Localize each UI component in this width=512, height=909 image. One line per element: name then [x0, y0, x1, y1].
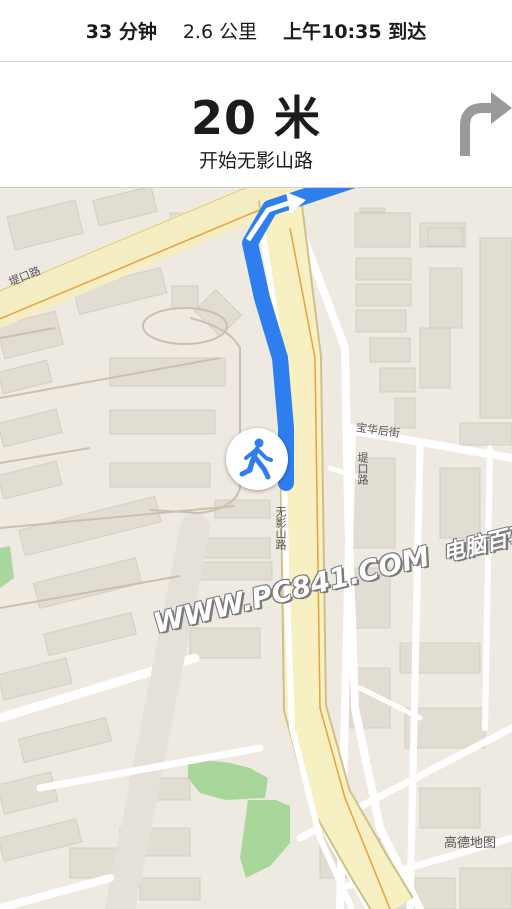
map-view[interactable]: 堤口路 宝华后街 堤口路 无影山路 WWW.PC841.COM 电脑百事网 高德地… — [0, 188, 512, 909]
navigation-instruction-card[interactable]: 20 米 开始无影山路 — [0, 62, 512, 188]
distance-text: 2.6 公里 — [182, 21, 258, 43]
pedestrian-icon — [239, 438, 273, 480]
duration-text: 33 分钟 — [85, 21, 157, 43]
arrival-time-text: 上午10:35 到达 — [283, 21, 427, 43]
turn-right-arrow-icon — [455, 86, 512, 158]
street-label-ti-kou-lu-vertical: 堤口路 — [356, 452, 369, 485]
street-label-wu-ying-shan-lu: 无影山路 — [274, 506, 287, 550]
next-maneuver-distance: 20 米 — [190, 91, 322, 145]
maneuver-instruction: 开始无影山路 — [198, 150, 313, 172]
current-location-marker[interactable] — [226, 428, 288, 490]
map-attribution: 高德地图 — [444, 836, 497, 851]
route-summary-bar: 33 分钟 2.6 公里 上午10:35 到达 — [0, 0, 512, 62]
